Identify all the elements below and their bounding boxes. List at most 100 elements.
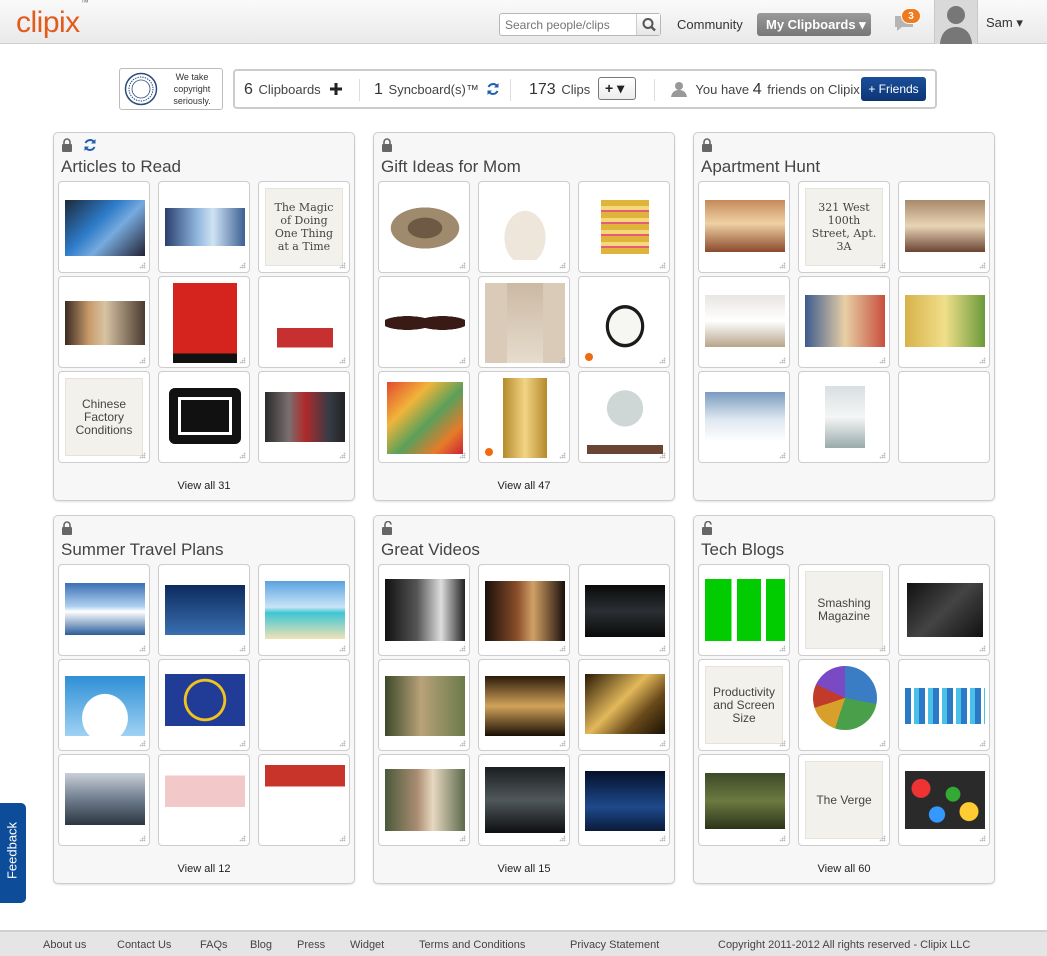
clipboard-card[interactable]: Gift Ideas for Mom View all 47	[373, 132, 675, 501]
drag-handle-icon[interactable]	[659, 740, 666, 747]
drag-handle-icon[interactable]	[779, 645, 786, 652]
unlocked-icon[interactable]	[701, 520, 713, 535]
add-clip-dropdown[interactable]: + ▾	[598, 77, 636, 100]
drag-handle-icon[interactable]	[339, 262, 346, 269]
lock-icon[interactable]	[61, 138, 73, 152]
clip-tile[interactable]	[378, 181, 470, 273]
drag-handle-icon[interactable]	[339, 357, 346, 364]
search-button[interactable]	[636, 14, 660, 35]
clip-tile[interactable]	[478, 754, 570, 846]
drag-handle-icon[interactable]	[459, 835, 466, 842]
view-all-link[interactable]: View all 12	[54, 863, 354, 875]
drag-handle-icon[interactable]	[979, 835, 986, 842]
drag-handle-icon[interactable]	[559, 452, 566, 459]
clip-tile[interactable]	[158, 276, 250, 368]
drag-handle-icon[interactable]	[459, 645, 466, 652]
avatar[interactable]	[934, 0, 978, 44]
drag-handle-icon[interactable]	[139, 645, 146, 652]
drag-handle-icon[interactable]	[459, 357, 466, 364]
clipboard-title[interactable]: Tech Blogs	[701, 540, 784, 560]
clip-tile[interactable]	[58, 276, 150, 368]
add-clipboard-icon[interactable]	[330, 83, 343, 95]
clip-tile[interactable]	[158, 564, 250, 656]
clip-tile[interactable]	[898, 659, 990, 751]
clipboard-title[interactable]: Great Videos	[381, 540, 480, 560]
drag-handle-icon[interactable]	[879, 452, 886, 459]
drag-handle-icon[interactable]	[339, 452, 346, 459]
drag-handle-icon[interactable]	[139, 452, 146, 459]
footer-link-widget[interactable]: Widget	[350, 939, 384, 951]
footer-link-press[interactable]: Press	[297, 939, 325, 951]
clip-tile[interactable]	[798, 371, 890, 463]
drag-handle-icon[interactable]	[979, 645, 986, 652]
view-all-link[interactable]: View all 47	[374, 480, 674, 492]
drag-handle-icon[interactable]	[779, 835, 786, 842]
clip-tile[interactable]: Chinese Factory Conditions	[58, 371, 150, 463]
clip-tile[interactable]	[258, 564, 350, 656]
clipboard-title[interactable]: Articles to Read	[61, 157, 181, 177]
drag-handle-icon[interactable]	[459, 262, 466, 269]
footer-link-terms[interactable]: Terms and Conditions	[419, 939, 525, 951]
drag-handle-icon[interactable]	[879, 645, 886, 652]
clip-tile[interactable]	[698, 564, 790, 656]
footer-link-about[interactable]: About us	[43, 939, 86, 951]
clip-tile[interactable]	[258, 276, 350, 368]
drag-handle-icon[interactable]	[659, 645, 666, 652]
clip-tile[interactable]	[378, 754, 470, 846]
clip-tile[interactable]	[158, 754, 250, 846]
view-all-link[interactable]: View all 31	[54, 480, 354, 492]
drag-handle-icon[interactable]	[659, 835, 666, 842]
clip-tile[interactable]	[58, 181, 150, 273]
clip-tile[interactable]	[898, 181, 990, 273]
drag-handle-icon[interactable]	[559, 357, 566, 364]
clip-tile[interactable]: 321 West 100th Street, Apt. 3A	[798, 181, 890, 273]
clip-tile[interactable]	[898, 754, 990, 846]
clip-tile[interactable]	[698, 276, 790, 368]
clip-tile[interactable]	[478, 659, 570, 751]
drag-handle-icon[interactable]	[239, 452, 246, 459]
clip-tile[interactable]	[698, 754, 790, 846]
copyright-badge[interactable]: We take copyright seriously.	[119, 68, 223, 110]
footer-link-privacy[interactable]: Privacy Statement	[570, 939, 659, 951]
clip-tile[interactable]	[378, 564, 470, 656]
clipboard-card[interactable]: Articles to Read The Magic of Doing One T…	[53, 132, 355, 501]
clip-tile[interactable]	[578, 276, 670, 368]
clipboard-card[interactable]: Great Videos View all 15	[373, 515, 675, 884]
clip-tile[interactable]	[578, 181, 670, 273]
clipboard-card[interactable]: Tech Blogs Smashing Magazine Productivity …	[693, 515, 995, 884]
clip-tile[interactable]: Productivity and Screen Size	[698, 659, 790, 751]
sync-icon[interactable]	[486, 82, 500, 96]
drag-handle-icon[interactable]	[139, 262, 146, 269]
drag-handle-icon[interactable]	[239, 835, 246, 842]
drag-handle-icon[interactable]	[879, 835, 886, 842]
drag-handle-icon[interactable]	[339, 645, 346, 652]
clip-tile[interactable]	[158, 659, 250, 751]
drag-handle-icon[interactable]	[239, 262, 246, 269]
lock-icon[interactable]	[701, 138, 713, 152]
drag-handle-icon[interactable]	[339, 740, 346, 747]
drag-handle-icon[interactable]	[659, 357, 666, 364]
drag-handle-icon[interactable]	[979, 740, 986, 747]
community-link[interactable]: Community	[677, 17, 743, 32]
clip-tile[interactable]	[798, 659, 890, 751]
clip-tile[interactable]	[898, 564, 990, 656]
drag-handle-icon[interactable]	[459, 740, 466, 747]
footer-link-contact[interactable]: Contact Us	[117, 939, 171, 951]
feedback-tab[interactable]: Feedback	[0, 803, 26, 903]
view-all-link[interactable]: View all 15	[374, 863, 674, 875]
clip-tile[interactable]: The Magic of Doing One Thing at a Time	[258, 181, 350, 273]
clipix-logo[interactable]: clipix™	[16, 0, 89, 40]
drag-handle-icon[interactable]	[559, 835, 566, 842]
clipboard-title[interactable]: Apartment Hunt	[701, 157, 820, 177]
clip-tile[interactable]	[258, 371, 350, 463]
clip-tile[interactable]	[698, 371, 790, 463]
view-all-link[interactable]: View all 60	[694, 863, 994, 875]
clipboard-title[interactable]: Summer Travel Plans	[61, 540, 224, 560]
drag-handle-icon[interactable]	[979, 357, 986, 364]
syncboards-stat[interactable]: 1 Syncboard(s)™	[374, 81, 500, 99]
clipboards-stat[interactable]: 6 Clipboards	[244, 81, 343, 99]
clip-tile[interactable]	[578, 564, 670, 656]
drag-handle-icon[interactable]	[779, 452, 786, 459]
sync-icon[interactable]	[83, 138, 97, 152]
drag-handle-icon[interactable]	[339, 835, 346, 842]
